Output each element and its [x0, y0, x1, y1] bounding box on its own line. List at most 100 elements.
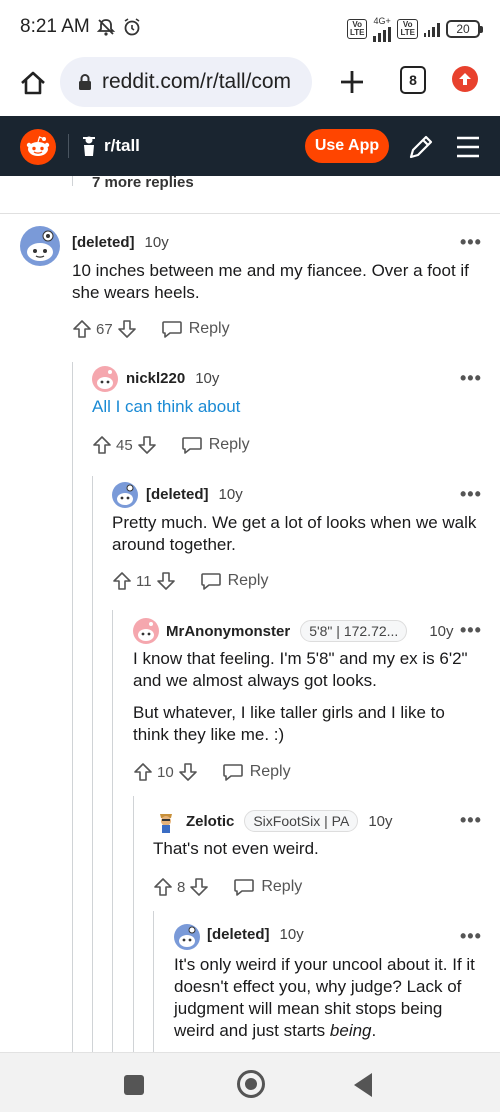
comment-age: 10y	[429, 622, 454, 640]
volte-badge-1: Vo LTE	[346, 19, 368, 39]
comment-actions: 11 Reply	[112, 571, 268, 591]
signal-1: 4G+	[373, 16, 392, 42]
reply-button[interactable]: Reply	[181, 435, 250, 455]
reply-icon	[222, 764, 243, 781]
comment-age: 10y	[279, 926, 304, 943]
avatar[interactable]	[133, 618, 159, 644]
arrow-up-icon	[459, 73, 471, 85]
comment-body: That's not even weird.	[153, 838, 483, 870]
volte-badge-2: Vo LTE	[397, 19, 418, 39]
more-replies-link[interactable]: 7 more replies	[92, 176, 194, 191]
downvote-icon[interactable]	[156, 571, 176, 591]
comment-actions: 8 Reply	[153, 877, 302, 897]
more-options-icon[interactable]: •••	[460, 368, 482, 389]
update-button[interactable]	[452, 66, 478, 92]
comment-header: [deleted] 10y	[207, 926, 304, 943]
avatar[interactable]	[153, 808, 179, 834]
thread-line-2	[92, 476, 93, 1052]
downvote-icon[interactable]	[189, 877, 209, 897]
comment-text[interactable]: All I can think about	[92, 396, 482, 418]
upvote-icon[interactable]	[133, 762, 153, 782]
more-options-icon[interactable]: •••	[460, 810, 482, 831]
comment-header: nickl220 10y	[126, 370, 219, 387]
reply-button[interactable]: Reply	[161, 319, 230, 339]
reply-button[interactable]: Reply	[200, 571, 269, 591]
use-app-button[interactable]: Use App	[305, 129, 389, 163]
author-name[interactable]: nickl220	[126, 370, 185, 387]
pencil-icon[interactable]	[406, 132, 436, 162]
upvote-icon[interactable]	[112, 571, 132, 591]
comment-text-emphasis: being	[329, 1021, 372, 1040]
subreddit-name[interactable]: r/tall	[104, 136, 140, 156]
more-options-icon[interactable]: •••	[460, 620, 482, 641]
reply-label: Reply	[227, 572, 269, 589]
vote-count: 10	[157, 763, 174, 781]
thread-line-1	[72, 362, 73, 1052]
reply-button[interactable]: Reply	[222, 762, 291, 782]
comment-thread: 7 more replies [deleted] 10y ••• 10 inch…	[0, 176, 500, 1052]
back-button[interactable]	[354, 1073, 372, 1097]
status-icons	[96, 17, 142, 37]
thread-line-3	[112, 610, 113, 1052]
reply-icon	[181, 437, 202, 454]
downvote-icon[interactable]	[117, 319, 137, 339]
more-options-icon[interactable]: •••	[460, 484, 482, 505]
avatar[interactable]	[92, 366, 118, 392]
new-tab-button[interactable]	[336, 66, 368, 98]
comment-age: 10y	[144, 234, 169, 251]
author-name[interactable]: MrAnonymonster	[166, 623, 290, 640]
reddit-logo-icon[interactable]	[20, 129, 56, 165]
url-bar[interactable]: reddit.com/r/tall/com	[60, 57, 312, 107]
vote-count: 45	[116, 436, 133, 454]
comment-actions: 10 Reply	[133, 762, 291, 782]
reply-label: Reply	[249, 763, 291, 780]
comment-actions: 45 Reply	[92, 435, 250, 455]
snoo-avatar-icon	[97, 370, 113, 389]
network-type-label: 4G+	[373, 16, 391, 26]
vote-count: 8	[177, 878, 186, 896]
comment-text-part: .	[371, 1021, 377, 1040]
system-nav-bar	[0, 1052, 500, 1112]
home-button[interactable]	[16, 66, 50, 100]
upvote-icon[interactable]	[72, 319, 92, 339]
author-name[interactable]: [deleted]	[207, 926, 270, 943]
downvote-icon[interactable]	[137, 435, 157, 455]
comment-text: Pretty much. We get a lot of looks when …	[112, 513, 477, 554]
thread-line	[72, 176, 73, 186]
more-options-icon[interactable]: •••	[460, 232, 482, 253]
avatar[interactable]	[20, 226, 60, 266]
upvote-icon[interactable]	[153, 877, 173, 897]
author-name[interactable]: [deleted]	[72, 234, 135, 251]
reply-label: Reply	[208, 436, 250, 453]
downvote-icon[interactable]	[178, 762, 198, 782]
upvote-icon[interactable]	[92, 435, 112, 455]
reply-label: Reply	[188, 320, 230, 337]
menu-icon[interactable]	[455, 134, 481, 160]
recent-apps-button[interactable]	[124, 1075, 144, 1095]
reply-button[interactable]: Reply	[233, 877, 302, 897]
author-name[interactable]: Zelotic	[186, 813, 234, 830]
header-divider	[68, 134, 69, 158]
snoo-avatar-icon	[138, 622, 154, 641]
subreddit-icon	[83, 136, 95, 156]
comment-age: 10y	[368, 812, 393, 830]
browser-toolbar: reddit.com/r/tall/com 8	[0, 54, 500, 116]
comment-actions: 67 Reply	[72, 319, 230, 339]
avatar[interactable]	[112, 482, 138, 508]
tab-switcher-button[interactable]: 8	[400, 66, 426, 94]
more-options-icon[interactable]: •••	[460, 926, 482, 947]
reddit-header: r/tall Use App	[0, 116, 500, 176]
reply-icon	[200, 573, 221, 590]
status-time: 8:21 AM	[20, 16, 90, 37]
home-nav-button[interactable]	[237, 1070, 265, 1098]
comment-text: That's not even weird.	[153, 839, 319, 858]
reply-label: Reply	[261, 878, 303, 895]
comment-body: It's only weird if your uncool about it.…	[174, 954, 484, 1052]
author-name[interactable]: [deleted]	[146, 486, 209, 503]
mute-icon	[96, 19, 115, 36]
avatar[interactable]	[174, 924, 200, 950]
comment-text: But whatever, I like taller girls and I …	[133, 703, 445, 744]
comment-header: [deleted] 10y	[146, 486, 243, 503]
status-bar: 8:21 AM Vo LTE 4G+ Vo LTE 20	[0, 0, 500, 54]
snoo-icon	[26, 136, 50, 156]
